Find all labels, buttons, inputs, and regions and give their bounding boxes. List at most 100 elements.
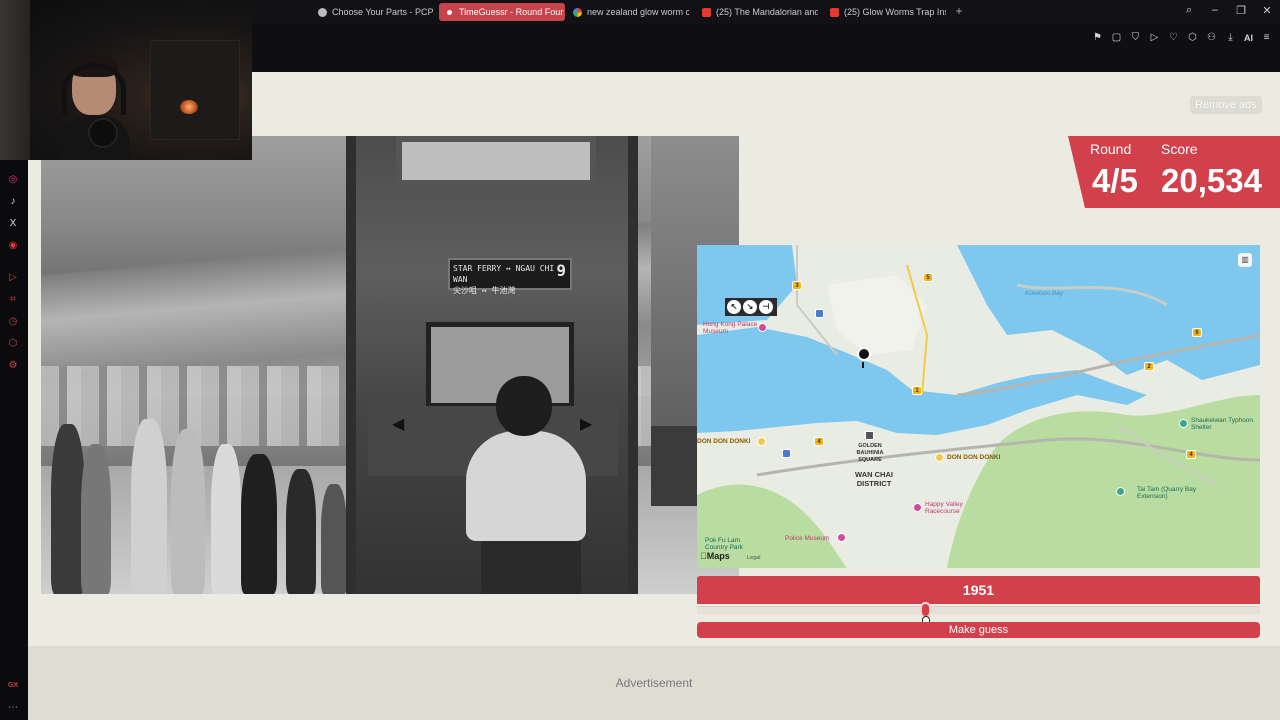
racecourse-icon: [913, 503, 922, 512]
apple-maps-logo: Maps: [700, 551, 730, 561]
ai-button[interactable]: AI: [1244, 33, 1253, 43]
toolbar-icons: ⚑ ▢ ⛉ ▷ ♡ ⬡ ⚇ ⤓ AI ≡: [1092, 32, 1272, 43]
music-icon[interactable]: ◉: [7, 240, 19, 252]
heart-icon[interactable]: ♡: [1168, 32, 1179, 43]
window-controls: ⌕ – ❐ ✕: [1182, 4, 1274, 17]
extensions-icon[interactable]: ⬡: [1187, 32, 1198, 43]
round-photo[interactable]: STAR FERRY ↔ NGAU CHI WAN 尖沙咀 ↔ 牛池灣 9 ◀ …: [41, 136, 739, 594]
youtube-icon: [830, 7, 839, 17]
map-mode-icon[interactable]: ▥: [1238, 253, 1252, 267]
webcam-overlay: [0, 0, 252, 160]
advertisement-area: Advertisement: [28, 646, 1280, 720]
timeguessr-page: Remove ads STAR FERRY ↔ NGAU CHI WAN 尖沙咀…: [28, 72, 1280, 720]
maximize-icon[interactable]: ❐: [1234, 4, 1248, 17]
harbor-icon: [1179, 419, 1188, 428]
pcpartpicker-icon: [318, 7, 327, 17]
browser-sidebar: ● ◎ ♪ X ◉ ▷ ⌗ ◷ ⬡ ⚙ GX ⋯: [0, 72, 28, 720]
google-icon: [573, 7, 582, 17]
museum-icon: [758, 323, 767, 332]
map-label-tai-tam: Tai Tam (Quarry Bay Extension): [1137, 486, 1197, 500]
park-icon: [1116, 487, 1125, 496]
instagram-icon[interactable]: ◎: [7, 174, 19, 186]
map-label-shaukeiwan: Shaukeiwan Typhoon Shelter: [1191, 417, 1254, 431]
pinboard-icon[interactable]: ⌗: [7, 294, 19, 306]
account-icon[interactable]: ⚇: [1206, 32, 1217, 43]
transit-icon: [815, 309, 824, 318]
map-label-police-museum: Police Museum: [785, 535, 830, 542]
map-label-palace-museum: Hong Kong Palace Museum: [703, 321, 758, 335]
map-label-donki-1: DON DON DONKI: [697, 438, 751, 445]
tab-google-search[interactable]: new zealand glow worm c: [567, 3, 689, 21]
close-icon[interactable]: ✕: [1260, 4, 1274, 17]
player-icon[interactable]: ▷: [7, 272, 19, 284]
extensions-sidebar-icon[interactable]: ⬡: [7, 338, 19, 350]
download-icon[interactable]: ⤓: [1225, 32, 1236, 43]
timeguessr-icon: [445, 7, 454, 17]
history-icon[interactable]: ◷: [7, 316, 19, 328]
route-shield: 3: [792, 281, 802, 290]
make-guess-button[interactable]: Make guess: [697, 622, 1260, 638]
round-label: Round: [1090, 141, 1132, 157]
route-shield: 2: [1144, 362, 1154, 371]
photo-motorcyclist: [451, 376, 601, 594]
tiktok-icon[interactable]: ♪: [7, 196, 19, 208]
bookmark-icon[interactable]: ⚑: [1092, 32, 1103, 43]
score-value: 20,534: [1161, 162, 1262, 199]
route-shield: 4: [814, 437, 824, 446]
map-canvas: [697, 245, 1260, 568]
route-shield: 1: [912, 386, 922, 395]
menu-icon[interactable]: ≡: [1261, 32, 1272, 43]
map-label-happy-valley: Happy Valley Racecourse: [925, 501, 963, 515]
tab-youtube-glow-worms[interactable]: (25) Glow Worms Trap Ins: [824, 3, 946, 21]
map-label-donki-2: DON DON DONKI: [947, 454, 1001, 461]
map-label-kowloon-bay: Kowloon Bay: [1025, 290, 1063, 297]
pin-toggle-icon[interactable]: ⊣: [759, 300, 773, 314]
map-legal-link[interactable]: Legal: [747, 555, 760, 561]
map-label-pok-fu-lam: Pok Fu Lam Country Park: [705, 537, 743, 551]
shrink-icon[interactable]: ↘: [743, 300, 757, 314]
map-resize-tools: ↖ ↘ ⊣: [725, 298, 777, 316]
guess-pin-icon[interactable]: [857, 347, 871, 368]
remove-ads-button[interactable]: Remove ads: [1190, 96, 1262, 114]
tab-timeguessr[interactable]: TimeGuessr - Round Four: [439, 3, 565, 21]
round-value: 4/5: [1092, 162, 1138, 199]
advertisement-label: Advertisement: [615, 676, 693, 690]
shield-icon[interactable]: ⛉: [1130, 32, 1141, 43]
x-icon[interactable]: X: [7, 218, 19, 230]
tab-youtube-mandalorian[interactable]: (25) The Mandalorian and: [696, 3, 818, 21]
play-icon[interactable]: ▷: [1149, 32, 1160, 43]
bus-destination-sign: STAR FERRY ↔ NGAU CHI WAN 尖沙咀 ↔ 牛池灣 9: [448, 258, 572, 295]
microphone-icon: [88, 118, 118, 148]
webcam-shelf: [150, 40, 240, 140]
left-arrow-icon: ◀: [392, 416, 405, 433]
search-icon[interactable]: ⌕: [1182, 4, 1196, 17]
score-label: Score: [1161, 141, 1198, 157]
snapshot-icon[interactable]: ▢: [1111, 32, 1122, 43]
expand-icon[interactable]: ↖: [727, 300, 741, 314]
settings-icon[interactable]: ⚙: [7, 360, 19, 372]
monument-icon: [865, 431, 874, 440]
shopping-icon: [935, 453, 944, 462]
tab-pcpartpicker[interactable]: Choose Your Parts - PCPa: [312, 3, 434, 21]
museum-icon: [837, 533, 846, 542]
route-shield: 6: [1192, 328, 1202, 337]
youtube-icon: [702, 7, 711, 17]
webcam-lamp: [180, 100, 198, 114]
shopping-icon: [757, 437, 766, 446]
minimize-icon[interactable]: –: [1208, 4, 1222, 17]
year-display: 1951: [697, 576, 1260, 604]
more-icon[interactable]: ⋯: [7, 702, 19, 714]
year-slider[interactable]: [697, 606, 1260, 614]
photo-crowd: [41, 376, 371, 594]
guess-map[interactable]: Kowloon Bay Hong Kong Palace Museum Shau…: [697, 245, 1260, 568]
headset-icon: [62, 63, 126, 115]
route-shield: 5: [923, 273, 933, 282]
webcam-door: [0, 0, 30, 160]
round-score-panel: Round 4/5 Score 20,534: [1068, 136, 1280, 208]
route-shield: 4: [1186, 450, 1196, 459]
map-label-golden-bauhinia: GOLDEN BAUHINIA SQUARE: [856, 443, 884, 463]
new-tab-button[interactable]: +: [952, 4, 966, 18]
map-label-wan-chai: WAN CHAI DISTRICT: [855, 470, 893, 488]
transit-icon: [782, 449, 791, 458]
gx-label: GX: [7, 682, 19, 689]
